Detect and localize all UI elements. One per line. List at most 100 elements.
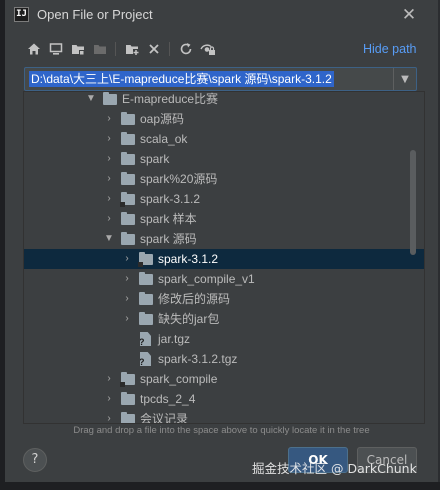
chevron-right-icon[interactable]: ›: [121, 289, 133, 309]
show-hidden-icon: [200, 44, 215, 55]
folder-icon: [121, 172, 135, 185]
tree-scrollbar[interactable]: [410, 150, 416, 255]
refresh-icon: [180, 43, 192, 55]
folder-icon: [121, 132, 135, 145]
delete-button[interactable]: [145, 40, 163, 58]
folder-icon: [120, 372, 135, 387]
delete-icon: [149, 44, 159, 54]
home-icon: [28, 43, 40, 55]
tree-row-label: spark 源码: [140, 232, 197, 246]
tree-row[interactable]: ▼ spark 源码: [24, 229, 424, 249]
chevron-down-icon[interactable]: ▼: [103, 229, 115, 249]
new-folder-icon: [126, 45, 139, 55]
tree-row-label: spark: [140, 152, 170, 166]
tree-row-label: scala_ok: [140, 132, 188, 146]
path-dropdown-button[interactable]: ▼: [393, 68, 416, 90]
file-tree[interactable]: ▼ E-mapreduce比赛 › oap源码 › scala_ok › spark › spar…: [23, 91, 425, 424]
open-file-dialog: IJ Open File or Project ✕ Hide path D:\d…: [5, 0, 438, 482]
tree-row-label: jar.tgz: [158, 332, 191, 346]
unknown-type-icon: ?: [139, 357, 145, 367]
home-button[interactable]: [25, 40, 43, 58]
chevron-right-icon[interactable]: ›: [103, 149, 115, 169]
chevron-right-icon[interactable]: ›: [103, 169, 115, 189]
watermark-text: 掘金技术社区 @ DarkChunk: [252, 461, 417, 476]
tree-row-label: 会议记录: [140, 412, 189, 424]
module-folder-icon: [94, 45, 106, 54]
chevron-down-icon[interactable]: ▼: [85, 92, 97, 109]
dialog-title: Open File or Project: [37, 7, 153, 22]
folder-icon: [121, 392, 135, 405]
tree-row[interactable]: › spark-3.1.2: [24, 189, 424, 209]
background-edge-bottom: [0, 482, 440, 490]
chevron-right-icon[interactable]: ›: [103, 209, 115, 229]
tree-row-label: spark-3.1.2: [158, 252, 219, 266]
chevron-right-icon[interactable]: ›: [121, 269, 133, 289]
help-button[interactable]: ?: [23, 448, 47, 472]
folder-icon: [138, 252, 153, 267]
tree-row-label: spark%20源码: [140, 172, 218, 186]
folder-icon: [139, 272, 153, 285]
tree-row-label: E-mapreduce比赛: [122, 92, 219, 106]
tree-row-label: spark 样本: [140, 212, 197, 226]
chevron-right-icon[interactable]: ›: [103, 129, 115, 149]
tree-row[interactable]: ▼ E-mapreduce比赛: [24, 92, 424, 109]
tree-row[interactable]: › spark%20源码: [24, 169, 424, 189]
path-combobox[interactable]: D:\data\大三上\E-mapreduce比赛\spark 源码\spark…: [24, 67, 417, 91]
chevron-right-icon[interactable]: ›: [103, 369, 115, 389]
close-button[interactable]: ✕: [398, 4, 420, 26]
tree-row[interactable]: › 会议记录: [24, 409, 424, 424]
toolbar-separator: [169, 42, 170, 56]
folder-icon: [139, 292, 153, 305]
folder-icon: [103, 92, 117, 105]
tree-row[interactable]: ? spark-3.1.2.tgz: [24, 349, 424, 369]
desktop-icon: [49, 43, 63, 55]
hide-path-link[interactable]: Hide path: [363, 42, 417, 56]
tree-row[interactable]: › spark 样本: [24, 209, 424, 229]
tree-row[interactable]: › scala_ok: [24, 129, 424, 149]
tree-row[interactable]: › spark_compile_v1: [24, 269, 424, 289]
tree-row-label: tpcds_2_4: [140, 392, 196, 406]
tree-row-label: spark_compile: [140, 372, 218, 386]
chevron-right-icon[interactable]: ›: [121, 309, 133, 329]
file-icon: ?: [140, 352, 151, 366]
drag-drop-hint: Drag and drop a file into the space abov…: [73, 425, 370, 436]
chevron-right-icon[interactable]: ›: [103, 189, 115, 209]
chevron-right-icon[interactable]: ›: [103, 109, 115, 129]
tree-row[interactable]: › 修改后的源码: [24, 289, 424, 309]
file-icon: ?: [140, 332, 151, 346]
path-input[interactable]: D:\data\大三上\E-mapreduce比赛\spark 源码\spark…: [29, 71, 334, 87]
chevron-right-icon[interactable]: ›: [103, 389, 115, 409]
folder-icon: [120, 192, 135, 207]
tree-row-label: spark-3.1.2.tgz: [158, 352, 238, 366]
folder-icon: [139, 312, 153, 325]
project-folder-icon: [72, 45, 84, 55]
tree-row[interactable]: › 缺失的jar包: [24, 309, 424, 329]
chevron-down-icon: ▼: [401, 73, 409, 85]
tree-row-label: spark_compile_v1: [158, 272, 255, 286]
tree-row[interactable]: › oap源码: [24, 109, 424, 129]
project-folder-button[interactable]: [69, 40, 87, 58]
tree-row[interactable]: › spark-3.1.2: [24, 249, 424, 269]
chevron-right-icon[interactable]: ›: [121, 249, 133, 269]
tree-row[interactable]: › spark_compile: [24, 369, 424, 389]
show-hidden-button[interactable]: [199, 40, 217, 58]
module-folder-button[interactable]: [91, 40, 109, 58]
folder-icon: [121, 152, 135, 165]
folder-icon: [121, 212, 135, 225]
tree-row[interactable]: ? jar.tgz: [24, 329, 424, 349]
refresh-button[interactable]: [177, 40, 195, 58]
folder-icon: [121, 112, 135, 125]
tree-row-label: spark-3.1.2: [140, 192, 201, 206]
tree-row[interactable]: › tpcds_2_4: [24, 389, 424, 409]
tree-row-label: oap源码: [140, 112, 185, 126]
new-folder-button[interactable]: [123, 40, 141, 58]
app-logo-icon: IJ: [14, 7, 29, 22]
folder-icon: [121, 232, 135, 245]
chevron-right-icon[interactable]: ›: [103, 409, 115, 423]
tree-row-label: 修改后的源码: [158, 292, 231, 306]
desktop-button[interactable]: [47, 40, 65, 58]
toolbar-separator: [115, 42, 116, 56]
unknown-type-icon: ?: [139, 337, 145, 347]
tree-row[interactable]: › spark: [24, 149, 424, 169]
folder-icon: [121, 412, 135, 423]
